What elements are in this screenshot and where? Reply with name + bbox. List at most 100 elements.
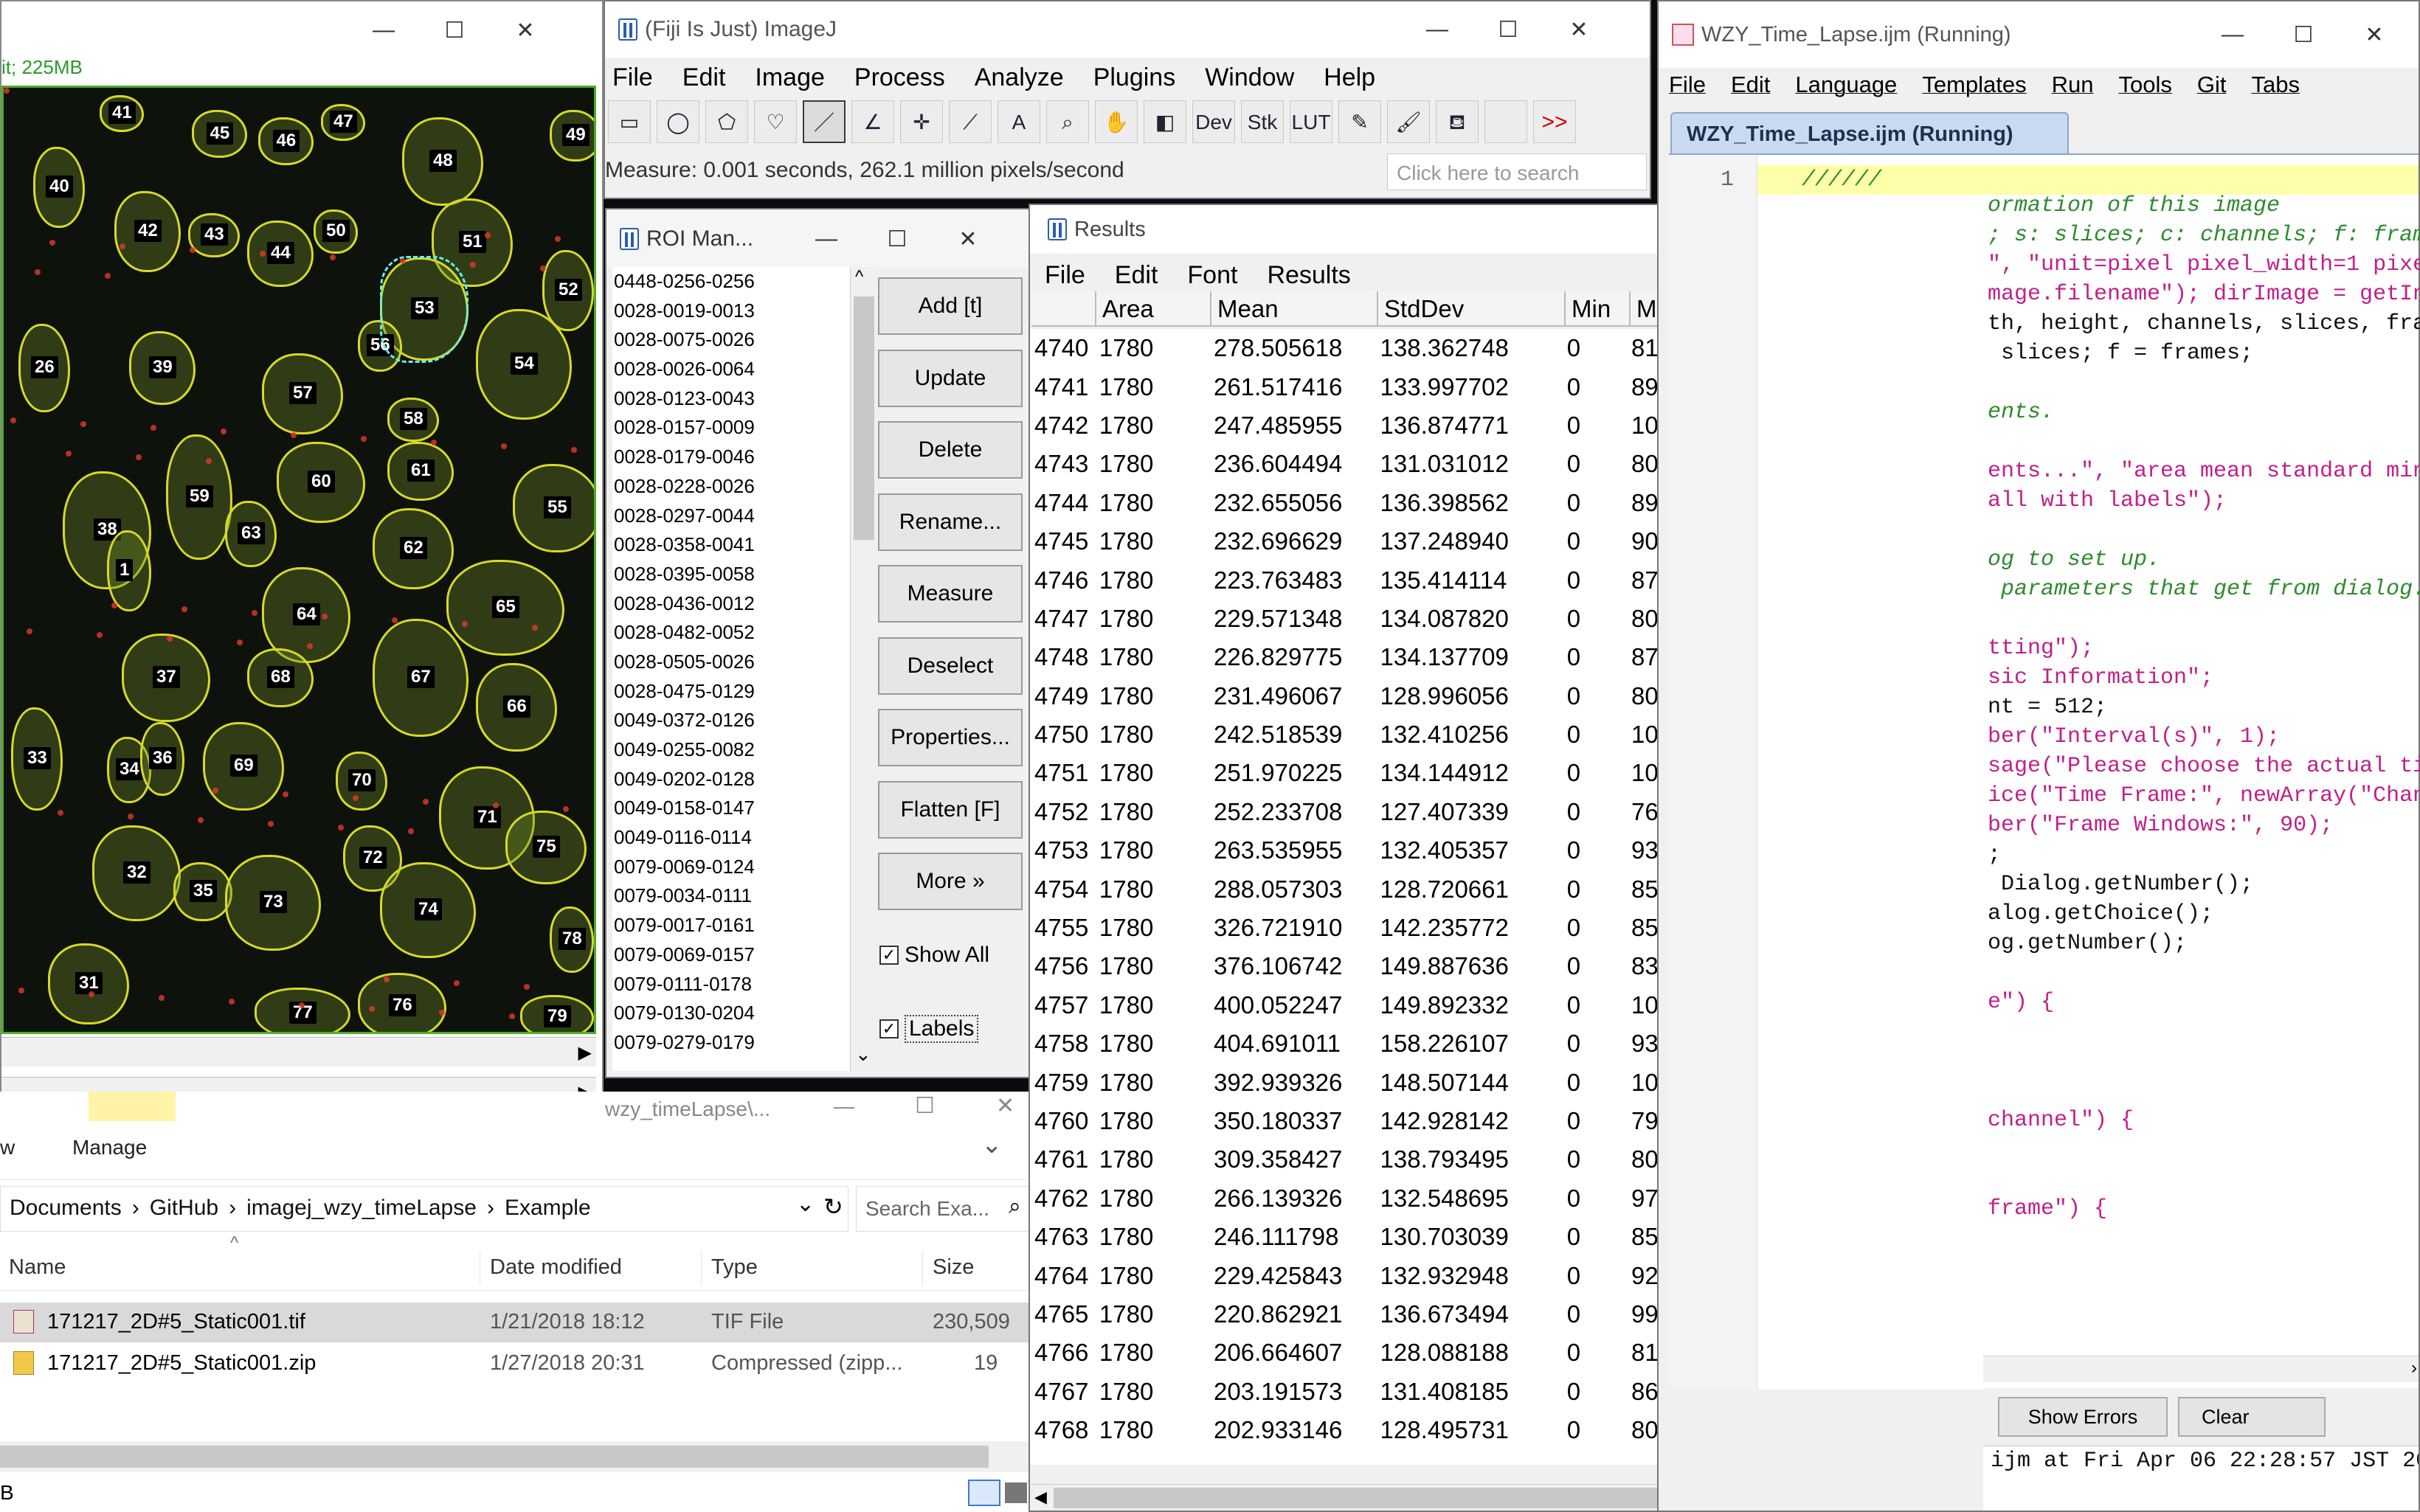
roi-button-properties[interactable]: Properties... [878,709,1023,766]
roi-list-item[interactable]: 0049-0158-0147 [612,794,856,823]
roi-list-item[interactable]: 0079-0069-0124 [612,853,856,882]
roi-list-item[interactable]: 0028-0395-0058 [612,560,856,589]
roi-manager-titlebar[interactable]: ROI Man... — ☐ ✕ [606,209,1031,268]
search-input[interactable]: Click here to search [1397,162,1579,185]
scroll-left-icon[interactable]: ◀ [1034,1488,1047,1507]
polygon-tool-icon[interactable]: ⬠ [705,100,748,143]
roi-button-measure[interactable]: Measure [878,565,1023,623]
menu-window[interactable]: Window [1205,63,1294,92]
roi-button-more[interactable]: More » [878,853,1023,910]
roi-button-update[interactable]: Update [878,349,1023,407]
image-hscrollbar[interactable]: ▶ [1,1037,596,1067]
minimize-icon[interactable]: — [834,1095,854,1118]
roi-list-item[interactable]: 0028-0475-0129 [612,677,856,707]
roi-list[interactable]: 0448-0256-0256 0028-0019-0013 0028-0075-00… [612,267,856,1071]
tool-blank[interactable] [1484,100,1527,143]
menu-edit[interactable]: Edit [682,63,726,92]
file-row[interactable]: 171217_2D#5_Static001.tif 1/21/2018 18:1… [0,1303,1033,1342]
roi-button-delete[interactable]: Delete [878,421,1023,479]
roi-list-item[interactable]: 0028-0358-0041 [612,530,856,560]
maximize-icon[interactable]: ☐ [1473,17,1543,43]
roi-list-item[interactable]: 0079-0130-0204 [612,999,856,1028]
maximize-icon[interactable]: ☐ [419,18,490,44]
breadcrumb-item[interactable]: Example [505,1196,591,1221]
editor-menu-tools[interactable]: Tools [2118,72,2171,98]
ribbon-tab-manage[interactable]: Manage [72,1136,147,1159]
roi-list-item[interactable]: 0028-0505-0026 [612,648,856,677]
close-icon[interactable]: ✕ [933,226,1003,252]
col-min[interactable]: Min [1566,291,1631,325]
fiji-search-box[interactable]: Click here to search [1387,153,1647,190]
menu-image[interactable]: Image [755,63,825,92]
editor-menu-templates[interactable]: Templates [1922,72,2026,98]
large-icons-view-icon[interactable] [1005,1482,1027,1503]
pencil-tool-icon[interactable]: ✎ [1338,100,1381,143]
results-menu-results[interactable]: Results [1267,261,1350,290]
close-icon[interactable]: ✕ [1543,17,1614,43]
search-icon[interactable]: ⌕ [1009,1194,1021,1219]
roi-list-item[interactable]: 0049-0116-0114 [612,823,856,853]
wand-tool-icon[interactable]: ⟋ [949,100,992,143]
col-index[interactable] [1031,291,1096,325]
editor-menu-language[interactable]: Language [1795,72,1897,98]
menu-process[interactable]: Process [854,63,945,92]
col-mean[interactable]: Mean [1211,291,1378,325]
col-name[interactable]: Name [9,1255,66,1280]
chevron-down-icon[interactable]: ⌄ [981,1130,1003,1159]
freehand-tool-icon[interactable]: ♡ [754,100,797,143]
results-menu-file[interactable]: File [1045,261,1085,290]
search-box[interactable]: Search Exa... ⌕ [856,1186,1033,1232]
checkbox-checked-icon[interactable]: ✓ [879,1019,899,1038]
text-tool-icon[interactable]: A [998,100,1040,143]
roi-button-deselect[interactable]: Deselect [878,637,1023,695]
selected-roi-outline[interactable] [380,256,469,363]
address-bar[interactable]: Documents › GitHub › imagej_wzy_timeLapse › Ex… [0,1186,848,1232]
labels-checkbox[interactable]: ✓ Labels [879,1015,979,1043]
tool->>[interactable]: >> [1533,100,1576,143]
hand-tool-icon[interactable]: ✋ [1095,100,1138,143]
roi-list-item[interactable]: 0049-0255-0082 [612,735,856,765]
roi-button-rename[interactable]: Rename... [878,493,1023,551]
breadcrumb-item[interactable]: GitHub [150,1196,218,1221]
tool-Dev[interactable]: Dev [1192,100,1235,143]
color-picker-tool-icon[interactable]: ◧ [1144,100,1186,143]
chevron-down-icon[interactable]: ⌄ [796,1191,815,1217]
roi-list-item[interactable]: 0079-0017-0161 [612,911,856,940]
roi-list-item[interactable]: 0028-0297-0044 [612,502,856,531]
roi-button-add-t[interactable]: Add [t] [878,277,1023,335]
fiji-titlebar[interactable]: (Fiji Is Just) ImageJ — ☐ ✕ [605,1,1650,58]
scroll-right-icon[interactable]: ▶ [578,1042,592,1064]
editor-menu-git[interactable]: Git [2197,72,2227,98]
roi-list-item[interactable]: 0028-0179-0046 [612,443,856,472]
checkbox-checked-icon[interactable]: ✓ [879,946,899,965]
editor-menu-run[interactable]: Run [2052,72,2094,98]
details-view-icon[interactable] [968,1480,1000,1506]
fluorescence-image[interactable]: 41 45 46 47 49 40 48 42 43 44 50 51 52 53 26 39 56 57 54 58… [1,86,596,1034]
brush-tool-icon[interactable]: 🖌 [1387,100,1430,143]
editor-titlebar[interactable]: WZY_Time_Lapse.ijm (Running) — ☐ ✕ [1659,1,2419,68]
roi-list-item[interactable]: 0049-0202-0128 [612,765,856,794]
editor-hscrollbar[interactable]: › [1983,1356,2419,1382]
roi-list-scrollbar[interactable]: ^ ⌄ [850,267,877,1071]
roi-button-flatten-f[interactable]: Flatten [F] [878,780,1023,839]
flood-tool-icon[interactable]: ⛾ [1436,100,1479,143]
menu-file[interactable]: File [612,63,653,92]
close-icon[interactable]: ✕ [490,18,561,44]
editor-menu-file[interactable]: File [1669,72,1706,98]
maximize-icon[interactable]: ☐ [862,226,933,252]
point-tool-icon[interactable]: ✛ [900,100,943,143]
show-errors-button[interactable]: Show Errors [1998,1397,2168,1437]
close-icon[interactable]: ✕ [2339,22,2410,48]
editor-menu-edit[interactable]: Edit [1731,72,1770,98]
roi-list-item[interactable]: 0028-0026-0064 [612,355,856,384]
col-area[interactable]: Area [1096,291,1211,325]
ribbon-tab-view[interactable]: w [0,1136,15,1159]
editor-tab[interactable]: WZY_Time_Lapse.ijm (Running) [1670,112,2069,153]
roi-list-item[interactable]: 0079-0111-0178 [612,970,856,999]
editor-menu-tabs[interactable]: Tabs [2251,72,2299,98]
refresh-icon[interactable]: ↻ [823,1193,843,1221]
roi-list-item[interactable]: 0028-0228-0026 [612,472,856,502]
clear-button[interactable]: Clear [2178,1397,2326,1437]
roi-list-item[interactable]: 0028-0482-0052 [612,618,856,648]
line-tool-icon[interactable]: ／ [803,100,846,143]
